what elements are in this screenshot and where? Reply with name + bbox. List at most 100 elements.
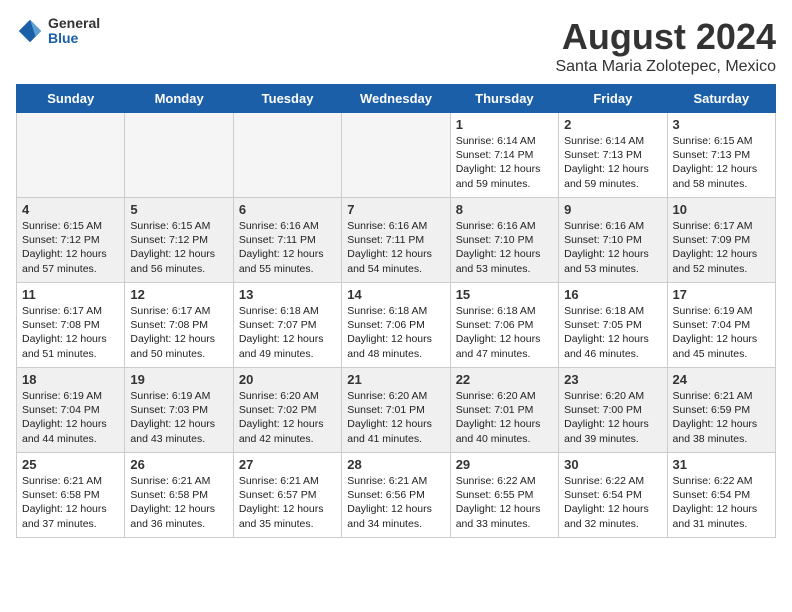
logo: General Blue (16, 16, 100, 47)
date-number: 10 (673, 202, 770, 217)
logo-blue: Blue (48, 31, 100, 46)
calendar-cell (233, 113, 341, 198)
calendar-cell: 23 Sunrise: 6:20 AM Sunset: 7:00 PM Dayli… (559, 368, 667, 453)
day-header-sunday: Sunday (17, 85, 125, 113)
date-number: 31 (673, 457, 770, 472)
calendar-cell: 26 Sunrise: 6:21 AM Sunset: 6:58 PM Dayli… (125, 453, 233, 538)
title-block: August 2024 Santa Maria Zolotepec, Mexic… (555, 16, 776, 76)
calendar-cell: 30 Sunrise: 6:22 AM Sunset: 6:54 PM Dayli… (559, 453, 667, 538)
calendar-cell: 25 Sunrise: 6:21 AM Sunset: 6:58 PM Dayli… (17, 453, 125, 538)
day-header-friday: Friday (559, 85, 667, 113)
cell-info: Sunrise: 6:21 AM Sunset: 6:56 PM Dayligh… (347, 474, 444, 531)
logo-general: General (48, 16, 100, 31)
date-number: 8 (456, 202, 553, 217)
cell-info: Sunrise: 6:22 AM Sunset: 6:54 PM Dayligh… (564, 474, 661, 531)
cell-info: Sunrise: 6:20 AM Sunset: 7:00 PM Dayligh… (564, 389, 661, 446)
cell-info: Sunrise: 6:18 AM Sunset: 7:06 PM Dayligh… (347, 304, 444, 361)
cell-info: Sunrise: 6:16 AM Sunset: 7:10 PM Dayligh… (456, 219, 553, 276)
date-number: 25 (22, 457, 119, 472)
calendar-cell (17, 113, 125, 198)
date-number: 19 (130, 372, 227, 387)
date-number: 30 (564, 457, 661, 472)
date-number: 3 (673, 117, 770, 132)
calendar-cell: 7Sunrise: 6:16 AM Sunset: 7:11 PM Daylig… (342, 198, 450, 283)
calendar-cell: 20Sunrise: 6:20 AM Sunset: 7:02 PM Dayli… (233, 368, 341, 453)
calendar-cell: 9 Sunrise: 6:16 AM Sunset: 7:10 PM Daylig… (559, 198, 667, 283)
calendar-cell: 21 Sunrise: 6:20 AM Sunset: 7:01 PM Dayli… (342, 368, 450, 453)
calendar-cell: 17 Sunrise: 6:19 AM Sunset: 7:04 PM Dayli… (667, 283, 775, 368)
calendar-cell (342, 113, 450, 198)
calendar-cell: 8 Sunrise: 6:16 AM Sunset: 7:10 PM Daylig… (450, 198, 558, 283)
date-number: 13 (239, 287, 336, 302)
date-number: 9 (564, 202, 661, 217)
week-row-3: 11 Sunrise: 6:17 AM Sunset: 7:08 PM Dayli… (17, 283, 776, 368)
calendar-cell: 15 Sunrise: 6:18 AM Sunset: 7:06 PM Dayli… (450, 283, 558, 368)
calendar-cell: 27 Sunrise: 6:21 AM Sunset: 6:57 PM Dayli… (233, 453, 341, 538)
day-header-wednesday: Wednesday (342, 85, 450, 113)
cell-info: Sunrise: 6:19 AM Sunset: 7:04 PM Dayligh… (22, 389, 119, 446)
day-header-monday: Monday (125, 85, 233, 113)
logo-icon (16, 17, 44, 45)
date-number: 15 (456, 287, 553, 302)
cell-info: Sunrise: 6:18 AM Sunset: 7:05 PM Dayligh… (564, 304, 661, 361)
day-header-saturday: Saturday (667, 85, 775, 113)
cell-info: Sunrise: 6:14 AM Sunset: 7:13 PM Dayligh… (564, 134, 661, 191)
day-header-thursday: Thursday (450, 85, 558, 113)
week-row-2: 4Sunrise: 6:15 AM Sunset: 7:12 PM Daylig… (17, 198, 776, 283)
calendar-cell: 6Sunrise: 6:16 AM Sunset: 7:11 PM Daylig… (233, 198, 341, 283)
date-number: 26 (130, 457, 227, 472)
week-row-5: 25 Sunrise: 6:21 AM Sunset: 6:58 PM Dayli… (17, 453, 776, 538)
cell-info: Sunrise: 6:21 AM Sunset: 6:58 PM Dayligh… (130, 474, 227, 531)
calendar-cell: 5 Sunrise: 6:15 AM Sunset: 7:12 PM Daylig… (125, 198, 233, 283)
date-number: 5 (130, 202, 227, 217)
cell-info: Sunrise: 6:22 AM Sunset: 6:55 PM Dayligh… (456, 474, 553, 531)
date-number: 14 (347, 287, 444, 302)
calendar-cell: 11 Sunrise: 6:17 AM Sunset: 7:08 PM Dayli… (17, 283, 125, 368)
cell-info: Sunrise: 6:18 AM Sunset: 7:07 PM Dayligh… (239, 304, 336, 361)
cell-info: Sunrise: 6:17 AM Sunset: 7:09 PM Dayligh… (673, 219, 770, 276)
calendar-cell: 3Sunrise: 6:15 AM Sunset: 7:13 PM Daylig… (667, 113, 775, 198)
cell-info: Sunrise: 6:20 AM Sunset: 7:02 PM Dayligh… (239, 389, 336, 446)
cell-info: Sunrise: 6:20 AM Sunset: 7:01 PM Dayligh… (347, 389, 444, 446)
cell-info: Sunrise: 6:22 AM Sunset: 6:54 PM Dayligh… (673, 474, 770, 531)
cell-info: Sunrise: 6:17 AM Sunset: 7:08 PM Dayligh… (130, 304, 227, 361)
cell-info: Sunrise: 6:21 AM Sunset: 6:59 PM Dayligh… (673, 389, 770, 446)
cell-info: Sunrise: 6:21 AM Sunset: 6:57 PM Dayligh… (239, 474, 336, 531)
date-number: 24 (673, 372, 770, 387)
date-number: 23 (564, 372, 661, 387)
calendar-table: SundayMondayTuesdayWednesdayThursdayFrid… (16, 84, 776, 538)
calendar-cell: 4Sunrise: 6:15 AM Sunset: 7:12 PM Daylig… (17, 198, 125, 283)
date-number: 27 (239, 457, 336, 472)
day-header-tuesday: Tuesday (233, 85, 341, 113)
date-number: 2 (564, 117, 661, 132)
date-number: 21 (347, 372, 444, 387)
cell-info: Sunrise: 6:16 AM Sunset: 7:11 PM Dayligh… (239, 219, 336, 276)
sub-title: Santa Maria Zolotepec, Mexico (555, 58, 776, 76)
cell-info: Sunrise: 6:21 AM Sunset: 6:58 PM Dayligh… (22, 474, 119, 531)
cell-info: Sunrise: 6:18 AM Sunset: 7:06 PM Dayligh… (456, 304, 553, 361)
cell-info: Sunrise: 6:15 AM Sunset: 7:12 PM Dayligh… (22, 219, 119, 276)
calendar-cell: 18 Sunrise: 6:19 AM Sunset: 7:04 PM Dayli… (17, 368, 125, 453)
calendar-cell: 1Sunrise: 6:14 AM Sunset: 7:14 PM Daylig… (450, 113, 558, 198)
date-number: 18 (22, 372, 119, 387)
cell-info: Sunrise: 6:17 AM Sunset: 7:08 PM Dayligh… (22, 304, 119, 361)
cell-info: Sunrise: 6:16 AM Sunset: 7:10 PM Dayligh… (564, 219, 661, 276)
cell-info: Sunrise: 6:19 AM Sunset: 7:04 PM Dayligh… (673, 304, 770, 361)
calendar-cell: 16 Sunrise: 6:18 AM Sunset: 7:05 PM Dayli… (559, 283, 667, 368)
date-number: 7 (347, 202, 444, 217)
calendar-cell: 2 Sunrise: 6:14 AM Sunset: 7:13 PM Daylig… (559, 113, 667, 198)
date-number: 28 (347, 457, 444, 472)
calendar-cell: 29 Sunrise: 6:22 AM Sunset: 6:55 PM Dayli… (450, 453, 558, 538)
page-header: General Blue August 2024 Santa Maria Zol… (16, 16, 776, 76)
date-number: 11 (22, 287, 119, 302)
week-row-1: 1Sunrise: 6:14 AM Sunset: 7:14 PM Daylig… (17, 113, 776, 198)
date-number: 12 (130, 287, 227, 302)
calendar-cell: 14 Sunrise: 6:18 AM Sunset: 7:06 PM Dayli… (342, 283, 450, 368)
header-row: SundayMondayTuesdayWednesdayThursdayFrid… (17, 85, 776, 113)
cell-info: Sunrise: 6:15 AM Sunset: 7:12 PM Dayligh… (130, 219, 227, 276)
date-number: 16 (564, 287, 661, 302)
date-number: 17 (673, 287, 770, 302)
cell-info: Sunrise: 6:20 AM Sunset: 7:01 PM Dayligh… (456, 389, 553, 446)
date-number: 29 (456, 457, 553, 472)
logo-text: General Blue (48, 16, 100, 47)
